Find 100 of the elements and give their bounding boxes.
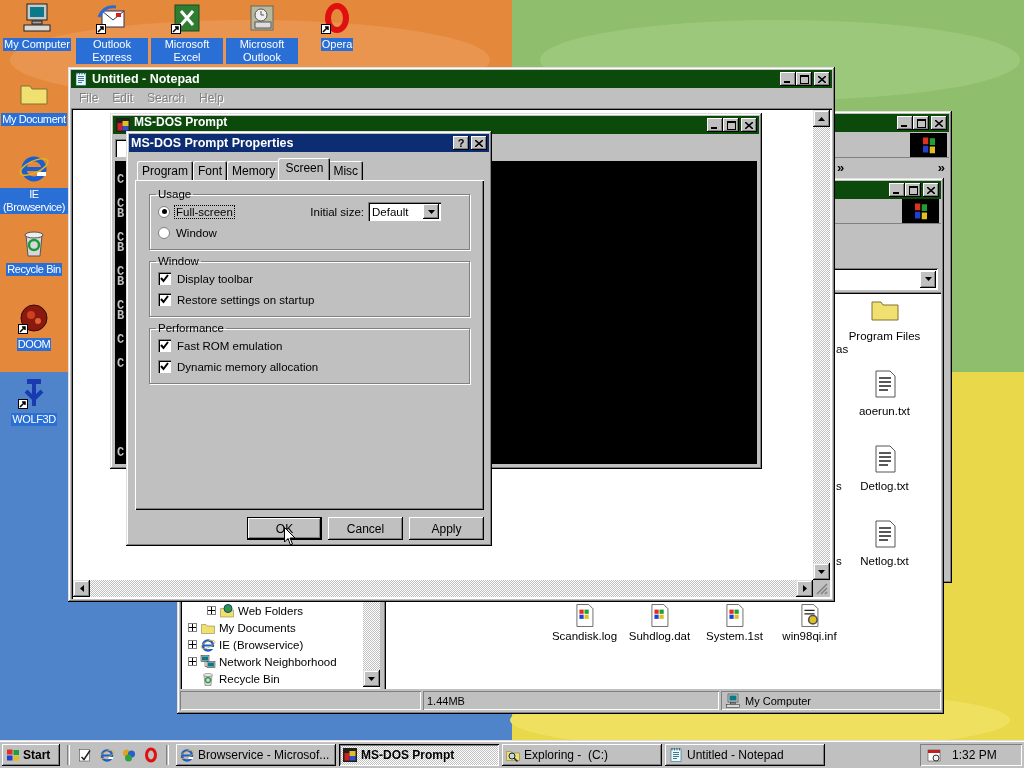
file-label[interactable]: Suhdlog.dat [628,630,691,642]
orb-icon[interactable] [18,302,50,334]
dos-icon [342,747,358,763]
size-dropdown[interactable]: Default [368,202,441,221]
chevron-button[interactable]: » [837,159,845,175]
maximize-button[interactable] [913,116,929,130]
close-button[interactable] [923,183,939,197]
spreadsheet-icon[interactable] [171,2,203,34]
computer-icon [725,692,741,709]
scrollbar[interactable] [813,110,830,580]
file-label[interactable]: Program Files [848,330,921,342]
icon-label[interactable]: Microsoft Outlook [226,38,298,64]
browser-icon[interactable] [99,747,115,763]
start-button[interactable]: Start [2,744,60,766]
file-label[interactable]: s [836,555,842,567]
close-button[interactable] [814,72,830,86]
file-label[interactable]: Scandisk.log [551,630,618,642]
size-grip-icon[interactable] [816,583,828,595]
dropdown-button[interactable] [920,270,936,288]
dos-icon [115,117,131,133]
radio-option[interactable]: Full-screen [158,205,234,218]
taskbar-button[interactable]: Exploring - (C:) [502,744,662,766]
maximize-button[interactable] [905,183,921,197]
icon-label[interactable]: DOOM [16,338,52,351]
dialog-button[interactable]: Apply [409,517,484,540]
expand-box[interactable] [188,623,197,632]
console-text: C [117,301,126,311]
radio-button[interactable] [158,205,170,218]
file-label[interactable]: Detlog.txt [860,480,909,492]
calendar-icon[interactable] [926,747,942,763]
browser-icon [200,636,216,653]
radio-button[interactable] [158,226,170,239]
scroll-down-button[interactable] [363,670,380,687]
group-label: Window [157,255,200,267]
expand-box[interactable] [188,657,197,666]
file-label[interactable]: win98qi.inf [782,630,837,642]
tree-item[interactable]: Recycle Bin [219,672,280,685]
console-text: B [117,209,126,219]
file-label[interactable]: Netlog.txt [860,555,909,567]
minimize-button[interactable] [707,118,723,132]
checkbox[interactable] [158,272,171,285]
radio-option[interactable]: Window [158,226,218,239]
maximize-button[interactable] [723,118,739,132]
chevron-button[interactable]: » [937,159,945,175]
minimize-button[interactable] [889,183,905,197]
file-label[interactable]: as [836,343,849,355]
close-button[interactable] [471,136,487,150]
tab[interactable]: Misc [328,161,364,180]
icon-label[interactable]: Outlook Express [76,38,148,64]
tree-item[interactable]: IE (Browservice) [219,638,304,651]
icon-label[interactable]: My Computer [3,38,71,51]
scroll-left-button[interactable] [73,580,90,597]
scrollbar[interactable] [73,580,813,597]
tree-item[interactable]: My Documents [219,621,296,634]
field-label: Initial size: [310,205,364,218]
checkbox[interactable] [158,293,171,306]
icon-label[interactable]: Recycle Bin [6,263,62,276]
expand-box[interactable] [207,606,216,615]
scroll-down-button[interactable] [813,563,830,580]
taskbar-button[interactable]: Browservice - Microsof... [176,744,336,766]
channels-icon[interactable] [121,747,137,763]
option-label: Full-screen [175,205,234,218]
icon-label[interactable]: WOLF3D [11,413,57,426]
dialog-button[interactable]: Cancel [328,517,403,540]
checklist-icon[interactable] [77,747,93,763]
scroll-right-button[interactable] [796,580,813,597]
tree-item[interactable]: Web Folders [238,604,303,617]
scroll-up-button[interactable] [813,110,830,127]
console-text: C [117,448,126,458]
expand-box[interactable] [188,640,197,649]
taskbar-button[interactable]: Untitled - Notepad [665,744,825,766]
tab[interactable]: Font [193,161,228,180]
icon-label[interactable]: My Document [1,113,67,126]
minimize-button[interactable] [780,72,796,86]
tab[interactable]: Memory [227,161,281,180]
console-text: C [117,267,126,277]
help-button[interactable]: ? [453,136,469,150]
file-label[interactable]: aoerun.txt [858,405,911,417]
icon-label[interactable]: Microsoft Excel [151,38,223,64]
close-button[interactable] [741,118,757,132]
window-flag-icon [910,132,947,157]
tab[interactable]: Screen [278,158,331,180]
tab[interactable]: Program [137,161,193,180]
maximize-button[interactable] [796,72,812,86]
file-label[interactable]: System.1st [706,630,763,642]
taskbar-button[interactable]: MS-DOS Prompt [339,744,499,766]
computer-icon[interactable] [21,2,53,34]
caret-icon [924,277,932,281]
minimize-button[interactable] [897,116,913,130]
checkbox[interactable] [158,339,171,352]
caret-icon [427,209,435,214]
tree-item[interactable]: Network Neighborhood [219,655,337,668]
dropdown-button[interactable] [423,204,439,219]
icon-label[interactable]: IE (Browservice) [0,188,68,214]
close-button[interactable] [931,116,947,130]
checkbox-option[interactable]: Display toolbar [158,272,255,285]
checkbox[interactable] [158,360,171,373]
icon-label[interactable]: Opera [320,38,354,51]
file-label[interactable]: s [836,480,842,492]
status-text: My Computer [745,694,812,707]
